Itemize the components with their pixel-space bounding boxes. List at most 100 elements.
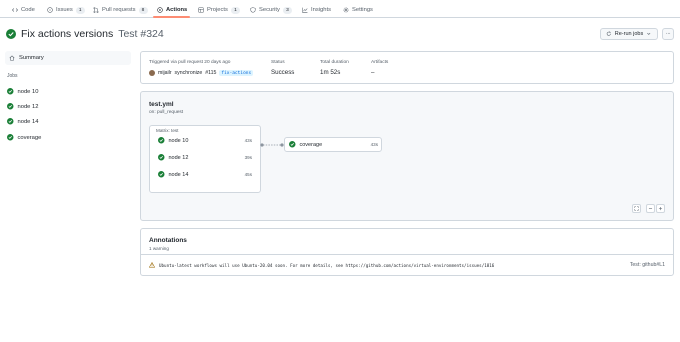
tab-security[interactable]: Security 3 bbox=[250, 5, 292, 15]
actor-link[interactable]: mijailr bbox=[158, 70, 172, 76]
count-badge: 3 bbox=[282, 6, 292, 14]
divider bbox=[141, 254, 673, 255]
job-label: node 10 bbox=[168, 137, 189, 144]
status-label: Status bbox=[271, 60, 285, 65]
zoom-in-button[interactable] bbox=[656, 204, 665, 213]
count-badge: 8 bbox=[138, 6, 148, 14]
trigger-action: synchronize bbox=[174, 70, 203, 76]
job-label: node 12 bbox=[168, 154, 189, 161]
graph-job-node-14[interactable]: node 14 45s bbox=[158, 169, 254, 180]
more-options-button[interactable]: ··· bbox=[662, 28, 674, 40]
graph-icon bbox=[302, 7, 308, 13]
check-circle-icon bbox=[7, 88, 14, 95]
sidebar-job-node-10[interactable]: node 10 bbox=[7, 87, 38, 96]
rerun-jobs-button[interactable]: Re-run jobs bbox=[600, 28, 658, 40]
duration-value: 1m 52s bbox=[320, 69, 341, 76]
minus-icon bbox=[648, 208, 653, 209]
selected-tab-indicator bbox=[153, 16, 190, 18]
check-circle-icon bbox=[7, 103, 14, 110]
run-summary-card: Triggered via pull request 20 days ago m… bbox=[140, 51, 674, 84]
annotations-count: 1 warning bbox=[149, 246, 169, 251]
fullscreen-button[interactable] bbox=[632, 204, 641, 213]
sidebar-job-coverage[interactable]: coverage bbox=[7, 133, 41, 142]
run-number: Test #324 bbox=[118, 28, 164, 40]
avatar bbox=[149, 70, 155, 76]
artifacts-label: Artifacts bbox=[371, 60, 389, 65]
workflow-trigger: on: pull_request bbox=[149, 110, 184, 115]
annotation-reference-link[interactable]: Test: github#L1 bbox=[630, 262, 665, 268]
repo-nav: Code Issues 1 Pull requests 8 Actions Pr… bbox=[0, 0, 680, 18]
matrix-label: Matrix: test bbox=[156, 128, 179, 133]
job-duration: 43s bbox=[370, 142, 378, 147]
status-value: Success bbox=[271, 69, 295, 76]
jobs-heading: Jobs bbox=[7, 73, 18, 79]
graph-job-coverage[interactable]: coverage 43s bbox=[284, 137, 382, 152]
tab-label: Code bbox=[21, 7, 35, 13]
sync-icon bbox=[607, 31, 612, 36]
tab-code[interactable]: Code bbox=[12, 5, 35, 15]
branch-label[interactable]: fix-actions bbox=[219, 70, 254, 76]
plus-icon bbox=[658, 206, 663, 211]
trigger-details: mijailr synchronize #115 fix-actions bbox=[149, 70, 254, 76]
tab-label: Actions bbox=[166, 7, 188, 13]
tab-pull-requests[interactable]: Pull requests 8 bbox=[93, 5, 148, 15]
warning-text: Ubuntu-latest workflows will use Ubuntu-… bbox=[159, 262, 495, 268]
duration-label: Total duration bbox=[320, 60, 349, 65]
sidebar-item-label: Summary bbox=[19, 55, 44, 61]
run-title: Fix actions versions bbox=[21, 28, 114, 40]
tab-label: Pull requests bbox=[102, 7, 136, 13]
sidebar-job-node-12[interactable]: node 12 bbox=[7, 102, 38, 111]
tab-label: Settings bbox=[352, 7, 373, 13]
workflow-file-name[interactable]: test.yml bbox=[149, 101, 174, 108]
workflow-graph-card: test.yml on: pull_request Matrix: test n… bbox=[140, 91, 674, 221]
job-duration: 39s bbox=[244, 155, 252, 160]
job-duration: 43s bbox=[244, 138, 252, 143]
pr-link[interactable]: #115 bbox=[205, 70, 216, 76]
tab-label: Issues bbox=[56, 7, 73, 13]
tab-label: Security bbox=[259, 7, 280, 13]
matrix-group: Matrix: test node 10 43s node 12 39s nod… bbox=[149, 125, 261, 193]
play-icon bbox=[157, 7, 163, 13]
job-label: node 10 bbox=[17, 88, 39, 95]
shield-icon bbox=[250, 7, 256, 13]
chevron-down-icon bbox=[647, 33, 651, 36]
job-label: node 14 bbox=[168, 171, 189, 178]
tab-settings[interactable]: Settings bbox=[343, 5, 373, 15]
rerun-label: Re-run jobs bbox=[614, 31, 644, 37]
issue-icon bbox=[47, 7, 53, 13]
count-badge: 1 bbox=[75, 6, 85, 14]
home-icon bbox=[9, 55, 15, 61]
graph-job-node-12[interactable]: node 12 39s bbox=[158, 152, 254, 163]
count-badge: 1 bbox=[230, 6, 240, 14]
job-label: node 12 bbox=[17, 103, 39, 110]
dependency-connector bbox=[260, 143, 284, 147]
check-circle-icon bbox=[289, 141, 296, 148]
job-duration: 45s bbox=[244, 172, 252, 177]
annotation-warning[interactable]: Ubuntu-latest workflows will use Ubuntu-… bbox=[149, 262, 494, 268]
sidebar-item-summary[interactable]: Summary bbox=[5, 51, 131, 65]
tab-label: Insights bbox=[311, 7, 331, 13]
job-label: coverage bbox=[299, 141, 323, 148]
check-circle-icon bbox=[6, 29, 16, 39]
tab-label: Projects bbox=[207, 7, 228, 13]
tab-insights[interactable]: Insights bbox=[302, 5, 331, 15]
table-icon bbox=[198, 7, 204, 13]
check-circle-icon bbox=[158, 154, 165, 161]
tab-actions[interactable]: Actions bbox=[157, 5, 187, 15]
pull-request-icon bbox=[93, 7, 99, 13]
annotations-title: Annotations bbox=[149, 237, 187, 244]
alert-icon bbox=[149, 262, 155, 268]
sidebar-job-node-14[interactable]: node 14 bbox=[7, 117, 38, 126]
check-circle-icon bbox=[7, 134, 14, 141]
check-circle-icon bbox=[158, 137, 165, 144]
trigger-text: Triggered via pull request 20 days ago bbox=[149, 60, 231, 65]
tab-issues[interactable]: Issues 1 bbox=[47, 5, 85, 15]
check-circle-icon bbox=[7, 118, 14, 125]
run-title-row: Fix actions versions Test #324 bbox=[6, 27, 164, 41]
tab-projects[interactable]: Projects 1 bbox=[198, 5, 240, 15]
job-label: node 14 bbox=[17, 118, 39, 125]
graph-job-node-10[interactable]: node 10 43s bbox=[158, 135, 254, 146]
job-label: coverage bbox=[17, 134, 42, 141]
gear-icon bbox=[343, 7, 349, 13]
zoom-out-button[interactable] bbox=[646, 204, 655, 213]
